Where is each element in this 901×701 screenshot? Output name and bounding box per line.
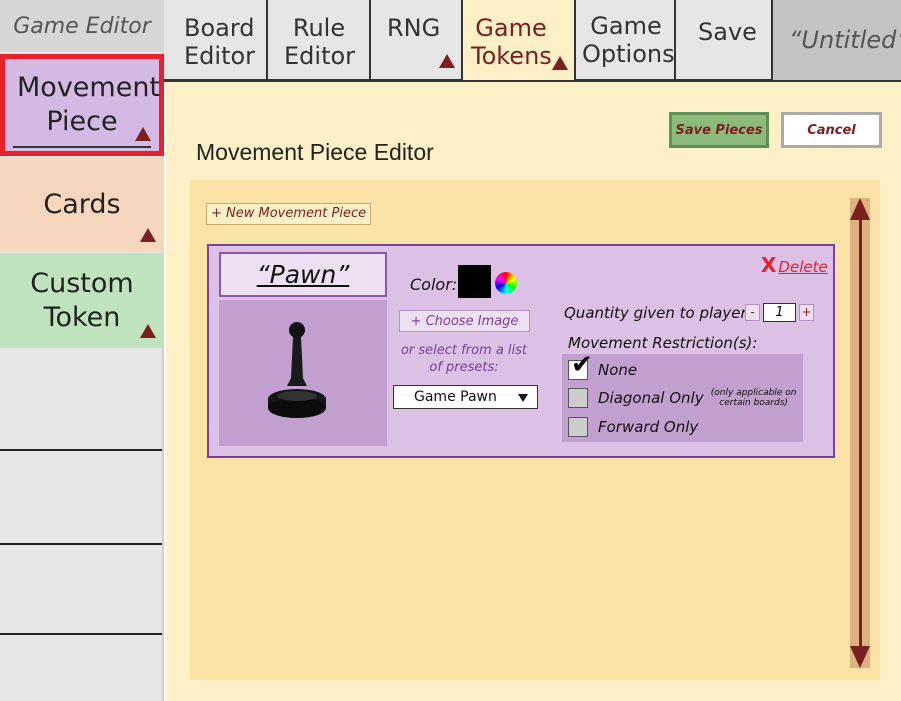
document-title-text: “Untitled” <box>789 26 901 54</box>
top-tab-bar: Board Editor Rule Editor RNG Game Tokens… <box>164 0 901 82</box>
restriction-option-none[interactable]: None <box>568 350 638 381</box>
quantity-increment-button[interactable]: + <box>799 304 814 321</box>
restriction-option-diagonal[interactable]: Diagonal Only (only applicable on certai… <box>568 387 798 409</box>
choose-image-button[interactable]: + Choose Image <box>399 310 530 332</box>
expand-triangle-icon <box>439 54 455 68</box>
sidebar-item-movement-piece[interactable]: Movement Piece <box>0 54 164 156</box>
tab-label: Game Options <box>582 12 675 68</box>
sidebar-title: Game Editor <box>0 0 164 52</box>
piece-name-field[interactable]: “Pawn” <box>219 252 387 297</box>
checkbox[interactable] <box>568 417 588 437</box>
checkbox-checked[interactable] <box>568 350 593 380</box>
preset-dropdown[interactable]: Game Pawn <box>393 385 538 409</box>
scroll-down-arrow-icon[interactable] <box>850 646 870 668</box>
sidebar-item-label: Movement Piece <box>17 72 161 137</box>
sidebar-empty-slot <box>0 545 162 635</box>
tab-save[interactable]: Save <box>676 0 773 80</box>
save-pieces-button[interactable]: Save Pieces <box>669 112 769 148</box>
delete-label: Delete <box>778 258 828 276</box>
pawn-image-icon <box>268 322 326 418</box>
cancel-button[interactable]: Cancel <box>781 112 882 148</box>
tab-label: RNG <box>387 14 441 42</box>
sidebar-item-cards[interactable]: Cards <box>0 157 164 252</box>
tab-rule-editor[interactable]: Rule Editor <box>268 0 371 80</box>
movement-restriction-label: Movement Restriction(s): <box>568 334 758 352</box>
x-icon: X <box>761 253 777 277</box>
piece-card: “Pawn” Color: + Choose Image or select f… <box>207 244 835 458</box>
document-title: “Untitled” <box>773 0 901 80</box>
restriction-note: (only applicable on certain boards) <box>710 388 797 408</box>
quantity-input[interactable]: 1 <box>763 303 796 322</box>
pieces-panel: + New Movement Piece “Pawn” Color: + Cho… <box>190 180 880 680</box>
page-title: Movement Piece Editor <box>196 139 434 165</box>
color-label: Color: <box>410 275 458 294</box>
color-swatch[interactable] <box>458 265 491 298</box>
tab-label: Rule Editor <box>284 14 356 70</box>
expand-triangle-icon <box>135 127 151 141</box>
piece-name-text: “Pawn” <box>256 260 350 289</box>
sidebar-empty-slot <box>0 451 162 545</box>
restriction-label: None <box>598 361 638 379</box>
delete-button[interactable]: X Delete <box>761 253 828 277</box>
scroll-track-line <box>859 216 862 652</box>
preset-selected-value: Game Pawn <box>414 389 497 405</box>
sidebar: Game Editor Movement Piece Cards Custom … <box>0 0 164 701</box>
sidebar-item-label: Custom Token <box>30 267 134 333</box>
tab-rng[interactable]: RNG <box>371 0 463 80</box>
tab-label: Save <box>698 18 757 46</box>
tab-game-tokens[interactable]: Game Tokens <box>463 0 576 80</box>
color-wheel-icon[interactable] <box>495 272 517 294</box>
tab-game-options[interactable]: Game Options <box>576 0 676 80</box>
quantity-decrement-button[interactable]: - <box>745 304 760 321</box>
restriction-label: Forward Only <box>598 418 699 436</box>
presets-hint: or select from a list of presets: <box>400 343 528 375</box>
sidebar-item-custom-token[interactable]: Custom Token <box>0 253 164 348</box>
restriction-option-forward[interactable]: Forward Only <box>568 416 698 438</box>
restriction-label: Diagonal Only <box>598 389 704 407</box>
piece-image <box>219 300 387 446</box>
quantity-label: Quantity given to player: <box>564 304 752 322</box>
main-content: Movement Piece Editor Save Pieces Cancel… <box>166 82 901 701</box>
tab-label: Board Editor <box>184 14 256 70</box>
checkbox[interactable] <box>568 388 588 408</box>
new-movement-piece-button[interactable]: + New Movement Piece <box>206 203 372 225</box>
sidebar-item-label: Cards <box>43 188 121 220</box>
expand-triangle-icon <box>140 228 156 242</box>
expand-triangle-icon <box>140 324 156 338</box>
vertical-scrollbar[interactable] <box>850 198 870 668</box>
sidebar-empty-slot <box>0 348 162 451</box>
restriction-options: None Diagonal Only (only applicable on c… <box>562 350 803 442</box>
tab-board-editor[interactable]: Board Editor <box>164 0 268 80</box>
tab-label: Game Tokens <box>471 14 552 70</box>
expand-triangle-icon <box>552 56 568 70</box>
caret-down-icon <box>518 394 528 402</box>
